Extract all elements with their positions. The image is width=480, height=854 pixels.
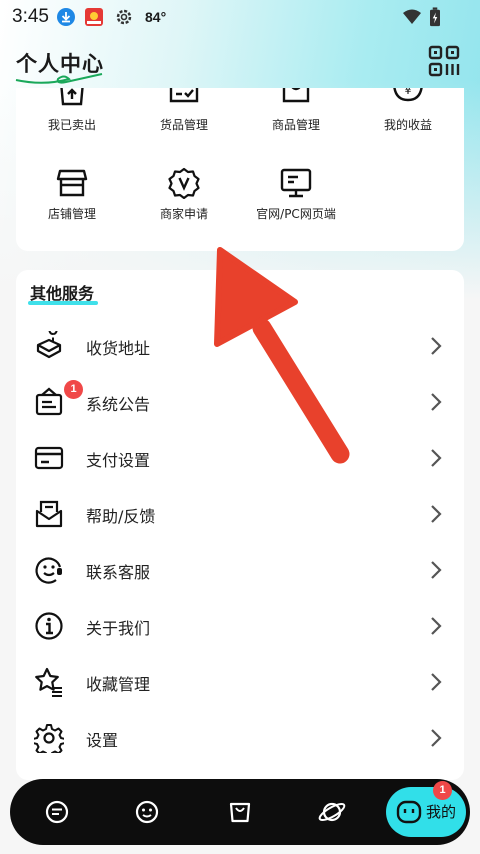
service-label: 收货地址 [86, 339, 151, 358]
mail-feedback-icon [35, 500, 63, 528]
service-label: 帮助/反馈 [86, 507, 156, 526]
chevron-right-icon [431, 729, 442, 747]
sold-bag-icon [60, 88, 84, 106]
chevron-right-icon [431, 561, 442, 579]
service-label: 关于我们 [86, 619, 151, 638]
grid-label: 官网/PC网页端 [256, 207, 336, 221]
product-bag-icon [282, 88, 310, 103]
title-swoosh-decoration [15, 73, 103, 84]
app-notification-icon [85, 8, 103, 26]
earnings-yen-icon: ¥ [393, 88, 423, 102]
notification-badge: 1 [433, 781, 452, 800]
grid-item-goods[interactable]: 货品管理 [128, 88, 240, 133]
customer-service-icon [35, 557, 62, 584]
grid-item-store[interactable]: 店铺管理 [16, 167, 128, 222]
grid-label: 店铺管理 [47, 207, 96, 221]
notification-badge: 1 [64, 380, 83, 399]
grid-label: 货品管理 [159, 118, 208, 132]
chevron-right-icon [431, 449, 442, 467]
battery-icon [430, 7, 440, 27]
star-list-icon [35, 667, 62, 697]
service-item-customer-service[interactable]: 联系客服 [16, 542, 464, 598]
address-map-icon [36, 331, 62, 359]
service-item-favorites[interactable]: 收藏管理 [16, 654, 464, 710]
grid-item-website[interactable]: 官网/PC网页端 [240, 167, 352, 222]
announcement-icon [35, 387, 63, 416]
settings-gear-status-icon [116, 9, 132, 25]
info-icon [35, 612, 63, 640]
chevron-right-icon [431, 337, 442, 355]
nav-item-my[interactable]: 我的 1 [386, 781, 466, 837]
grid-item-sold[interactable]: 我已卖出 [16, 88, 128, 133]
download-icon [57, 8, 75, 26]
bottom-navigation: 我的 1 [10, 779, 470, 845]
chevron-right-icon [431, 393, 442, 411]
service-item-about-us[interactable]: 关于我们 [16, 598, 464, 654]
grid-item-merchant-apply[interactable]: 商家申请 [128, 167, 240, 222]
shopping-bag-icon[interactable] [225, 797, 255, 827]
service-label: 设置 [86, 731, 119, 750]
service-label: 收藏管理 [86, 675, 151, 694]
section-title: 其他服务 [30, 284, 95, 303]
chat-icon[interactable] [42, 797, 72, 827]
status-temperature: 84° [145, 9, 167, 25]
grid-label: 我的收益 [383, 118, 432, 132]
grid-item-earnings[interactable]: ¥ 我的收益 [352, 88, 464, 133]
merchant-tools-grid: 我已卖出 货品管理 商品管理 ¥ 我的收益 店铺管理 商家申请 官网/PC网页端 [16, 88, 464, 251]
service-label: 联系客服 [86, 563, 151, 582]
smile-icon[interactable] [132, 797, 162, 827]
service-item-help-feedback[interactable]: 帮助/反馈 [16, 486, 464, 542]
card-icon [34, 446, 64, 470]
page-header: 个人中心 [0, 40, 480, 90]
grid-label: 我已卖出 [47, 118, 96, 132]
profile-face-icon [396, 800, 422, 824]
chevron-right-icon [431, 673, 442, 691]
wifi-icon [403, 9, 421, 24]
status-time: 3:45 [12, 6, 49, 27]
status-bar: 3:45 84° [0, 0, 480, 34]
chevron-right-icon [431, 505, 442, 523]
grid-label: 商品管理 [271, 118, 320, 132]
service-label: 系统公告 [86, 395, 151, 414]
monitor-icon [280, 168, 312, 198]
grid-label: 商家申请 [159, 207, 208, 221]
chevron-right-icon [431, 617, 442, 635]
planet-icon[interactable] [317, 797, 347, 827]
grid-item-products[interactable]: 商品管理 [240, 88, 352, 133]
qr-code-scan-button[interactable] [428, 45, 460, 77]
service-item-settings[interactable]: 设置 [16, 710, 464, 766]
service-label: 支付设置 [86, 451, 151, 470]
goods-checklist-icon [169, 88, 199, 103]
gear-icon [34, 724, 64, 753]
merchant-badge-icon [168, 167, 200, 199]
store-icon [56, 169, 88, 197]
annotation-arrow [214, 247, 350, 464]
nav-label-my: 我的 [426, 803, 457, 821]
